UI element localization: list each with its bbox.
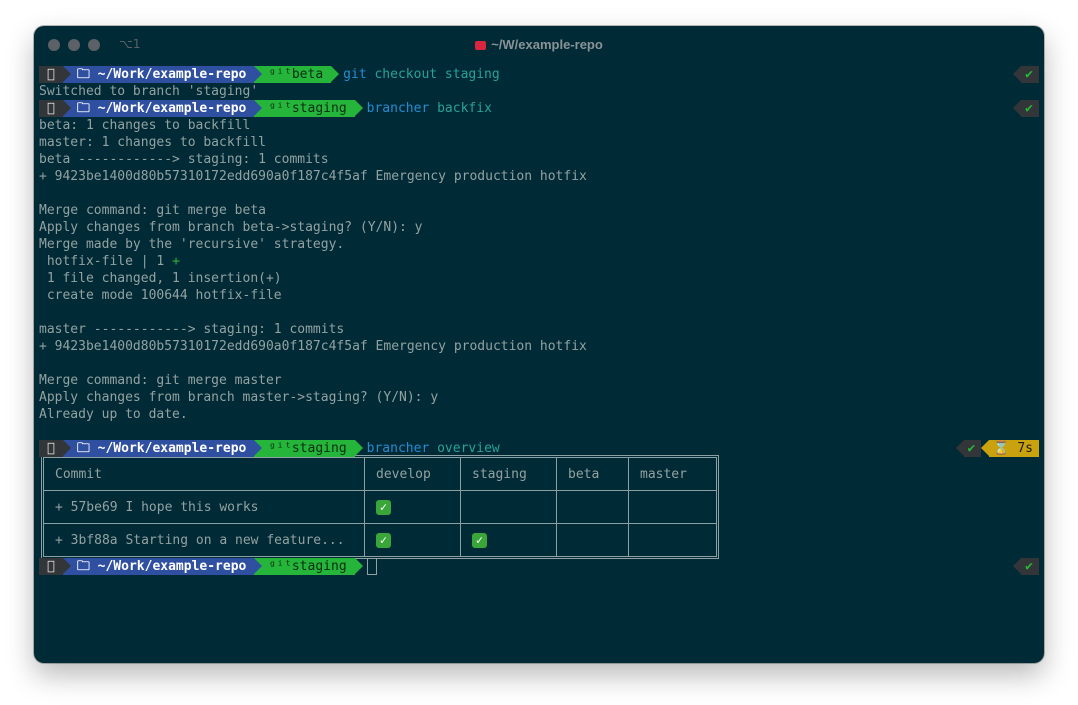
git-branch: ᵍⁱᵗ beta: [254, 66, 339, 83]
prompt-line:  🗀 ~/Work/example-repo ᵍⁱᵗ staging bran…: [39, 100, 1039, 117]
check-icon: ✓: [376, 499, 391, 515]
status-ok-icon: ✔: [1013, 558, 1039, 575]
overview-table: Commit develop staging beta master + 57b…: [41, 455, 719, 559]
column-header: develop: [364, 457, 461, 491]
mark-cell: ✓: [364, 523, 461, 557]
mark-cell: [628, 523, 717, 557]
folder-icon: [475, 41, 487, 50]
right-prompt: ✔: [1013, 100, 1039, 117]
command: brancher backfix: [366, 101, 492, 116]
output-line: 1 file changed, 1 insertion(+): [39, 271, 282, 286]
apple-icon: : [39, 440, 71, 457]
table-header-row: Commit develop staging beta master: [43, 457, 717, 491]
table-row: + 3bf88a Starting on a new feature... ✓ …: [43, 523, 717, 557]
prompt-line:  🗀 ~/Work/example-repo ᵍⁱᵗ staging ✔: [39, 558, 1039, 575]
elapsed-time: ⌛ 7s: [981, 440, 1039, 457]
git-branch: ᵍⁱᵗ staging: [254, 100, 363, 117]
commit-cell: + 57be69 I hope this works: [43, 490, 365, 524]
column-header: master: [628, 457, 717, 491]
git-icon: ᵍⁱᵗ: [268, 441, 292, 456]
output-line: hotfix-file | 1 +: [39, 254, 180, 269]
mark-cell: ✓: [364, 490, 461, 524]
column-header: beta: [556, 457, 629, 491]
right-prompt: ✔: [1013, 66, 1039, 83]
mark-cell: [628, 490, 717, 524]
window-title: ~/W/example-repo: [34, 37, 1044, 52]
git-branch: ᵍⁱᵗ staging: [254, 558, 363, 575]
output-line: + 9423be1400d80b57310172edd690a0f187c4f5…: [39, 169, 587, 184]
output-line: Already up to date.: [39, 407, 188, 422]
output-line: master ------------> staging: 1 commits: [39, 322, 345, 337]
right-prompt: ✔ ⌛ 7s: [955, 440, 1039, 457]
status-ok-icon: ✔: [1013, 100, 1039, 117]
commit-cell: + 3bf88a Starting on a new feature...: [43, 523, 365, 557]
mark-cell: ✓: [460, 523, 557, 557]
terminal-output[interactable]:  🗀 ~/Work/example-repo ᵍⁱᵗ beta git che…: [39, 66, 1039, 575]
git-icon: ᵍⁱᵗ: [268, 101, 292, 116]
git-icon: ᵍⁱᵗ: [268, 67, 292, 82]
mark-cell: [556, 523, 629, 557]
column-header: Commit: [43, 457, 365, 491]
diffstat-plus: +: [172, 254, 180, 269]
apple-icon: : [39, 100, 71, 117]
status-ok-icon: ✔: [1013, 66, 1039, 83]
output-line: + 9423be1400d80b57310172edd690a0f187c4f5…: [39, 339, 587, 354]
prompt-line:  🗀 ~/Work/example-repo ᵍⁱᵗ beta git che…: [39, 66, 1039, 83]
mark-cell: [460, 490, 557, 524]
output-line: Merge command: git merge master: [39, 373, 282, 388]
output-line: beta: 1 changes to backfill: [39, 118, 251, 133]
output-line: Apply changes from branch beta->staging?…: [39, 220, 423, 235]
output-line: create mode 100644 hotfix-file: [39, 288, 282, 303]
prompt-line:  🗀 ~/Work/example-repo ᵍⁱᵗ staging bran…: [39, 440, 1039, 457]
output-line: Merge command: git merge beta: [39, 203, 266, 218]
prompt-path: 🗀 ~/Work/example-repo: [62, 66, 262, 83]
check-icon: ✓: [472, 532, 487, 548]
check-icon: ✓: [376, 532, 391, 548]
apple-icon: : [39, 558, 71, 575]
apple-icon: : [39, 66, 71, 83]
prompt-path: 🗀 ~/Work/example-repo: [62, 558, 262, 575]
output-line: master: 1 changes to backfill: [39, 135, 266, 150]
text-cursor[interactable]: [366, 558, 377, 575]
git-icon: ᵍⁱᵗ: [268, 559, 292, 574]
mark-cell: [556, 490, 629, 524]
output-line: beta ------------> staging: 1 commits: [39, 152, 329, 167]
prompt-path: 🗀 ~/Work/example-repo: [62, 100, 262, 117]
output-line: Merge made by the 'recursive' strategy.: [39, 237, 345, 252]
hourglass-icon: ⌛: [993, 441, 1018, 456]
terminal-window: ⌥1 ~/W/example-repo  🗀 ~/Work/example-r…: [34, 26, 1044, 663]
command: git checkout staging: [343, 67, 500, 82]
table-row: + 57be69 I hope this works ✓: [43, 490, 717, 524]
column-header: staging: [460, 457, 557, 491]
output-line: Switched to branch 'staging': [39, 84, 259, 99]
status-ok-icon: ✔: [955, 440, 982, 457]
title-bar: ⌥1 ~/W/example-repo: [34, 26, 1044, 62]
command: brancher overview: [366, 441, 500, 456]
git-branch: ᵍⁱᵗ staging: [254, 440, 363, 457]
output-line: Apply changes from branch master->stagin…: [39, 390, 439, 405]
prompt-path: 🗀 ~/Work/example-repo: [62, 440, 262, 457]
right-prompt: ✔: [1013, 558, 1039, 575]
